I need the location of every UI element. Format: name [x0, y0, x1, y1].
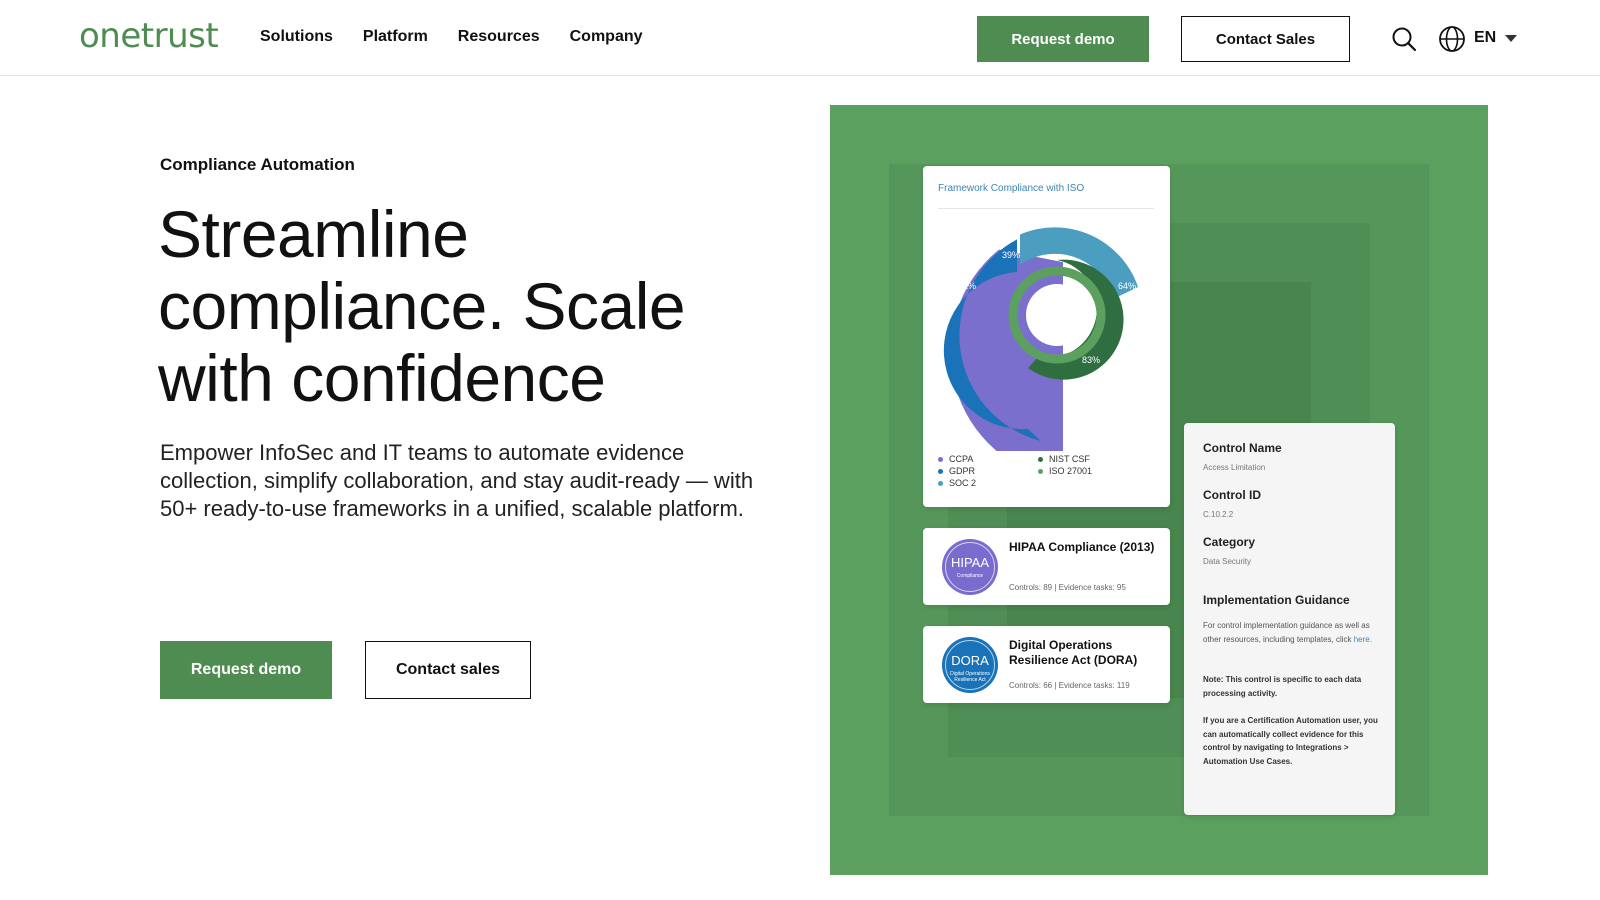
label-32: 32% [958, 281, 976, 291]
search-icon[interactable] [1391, 26, 1417, 52]
legend-dot [938, 468, 943, 474]
hero-contact-sales-button[interactable]: Contact sales [365, 641, 531, 699]
legend-item: NIST CSF [1038, 454, 1138, 464]
donut-hole [1026, 284, 1088, 346]
guidance-link[interactable]: here. [1354, 635, 1372, 644]
control-note: Note: This control is specific to each d… [1203, 675, 1362, 698]
hero-illustration: Framework Compliance with ISO 32% 39% 64… [830, 105, 1488, 875]
chevron-down-icon[interactable] [1505, 35, 1517, 42]
nav-company[interactable]: Company [570, 28, 643, 46]
control-id-label: Control ID [1203, 488, 1261, 502]
guidance-text: For control implementation guidance as w… [1203, 621, 1372, 644]
nav-solutions[interactable]: Solutions [260, 28, 333, 46]
divider [938, 208, 1154, 209]
framework-title: Digital Operations Resilience Act (DORA) [1009, 638, 1138, 667]
framework-meta: Controls: 89 | Evidence tasks: 95 [1009, 583, 1126, 592]
control-detail-card: Control Name Access Limitation Control I… [1184, 423, 1395, 815]
header-contact-sales-button[interactable]: Contact Sales [1181, 16, 1350, 62]
automation-note: If you are a Certification Automation us… [1203, 716, 1378, 766]
control-id-value: C.10.2.2 [1203, 510, 1234, 519]
hero-eyebrow: Compliance Automation [160, 155, 355, 174]
framework-compliance-card: Framework Compliance with ISO 32% 39% 64… [923, 166, 1170, 507]
control-name-label: Control Name [1203, 441, 1282, 455]
legend-dot [1038, 468, 1043, 474]
compliance-donut-chart: 32% 39% 64% 83% [943, 227, 1138, 451]
donut-segment-ccpa [950, 249, 1063, 451]
legend-dot [938, 456, 943, 462]
legend-dot [938, 480, 943, 486]
dora-badge-icon: DORA Digital Operations Resilience Act [942, 637, 998, 693]
category-value: Data Security [1203, 557, 1252, 566]
label-64: 64% [1118, 281, 1136, 291]
hipaa-badge-icon: HIPAA Compliance [942, 539, 998, 595]
hero-request-demo-button[interactable]: Request demo [160, 641, 332, 699]
legend-item: GDPR [938, 466, 1038, 476]
framework-title: HIPAA Compliance (2013) [1009, 540, 1155, 554]
hero-headline: Streamline compliance. Scale with confid… [158, 197, 686, 415]
nav-resources[interactable]: Resources [458, 28, 540, 46]
hipaa-framework-card: HIPAA Compliance HIPAA Compliance (2013)… [923, 528, 1170, 605]
main-nav: Solutions Platform Resources Company [260, 28, 643, 46]
header-request-demo-button[interactable]: Request demo [977, 16, 1149, 62]
legend-item: SOC 2 [938, 478, 1038, 488]
legend-item: ISO 27001 [1038, 466, 1138, 476]
label-39: 39% [1002, 250, 1020, 260]
category-label: Category [1203, 535, 1256, 549]
dora-framework-card: DORA Digital Operations Resilience Act D… [923, 626, 1170, 703]
framework-meta: Controls: 66 | Evidence tasks: 119 [1009, 681, 1130, 690]
chart-title: Framework Compliance with ISO [938, 183, 1085, 194]
hero-subtext: Empower InfoSec and IT teams to automate… [160, 440, 754, 521]
legend-item: CCPA [938, 454, 1038, 464]
onetrust-logo[interactable]: onetrust [79, 16, 219, 56]
legend-dot [1038, 456, 1043, 462]
nav-platform[interactable]: Platform [363, 28, 428, 46]
language-selector[interactable]: EN [1474, 29, 1496, 47]
implementation-guidance-label: Implementation Guidance [1203, 593, 1350, 607]
site-header: onetrust Solutions Platform Resources Co… [0, 0, 1600, 76]
label-83: 83% [1082, 355, 1100, 365]
chart-legend: CCPA NIST CSF GDPR ISO 27001 SOC 2 [938, 454, 1158, 488]
control-name-value: Access Limitation [1203, 463, 1266, 472]
globe-icon[interactable] [1438, 25, 1466, 53]
